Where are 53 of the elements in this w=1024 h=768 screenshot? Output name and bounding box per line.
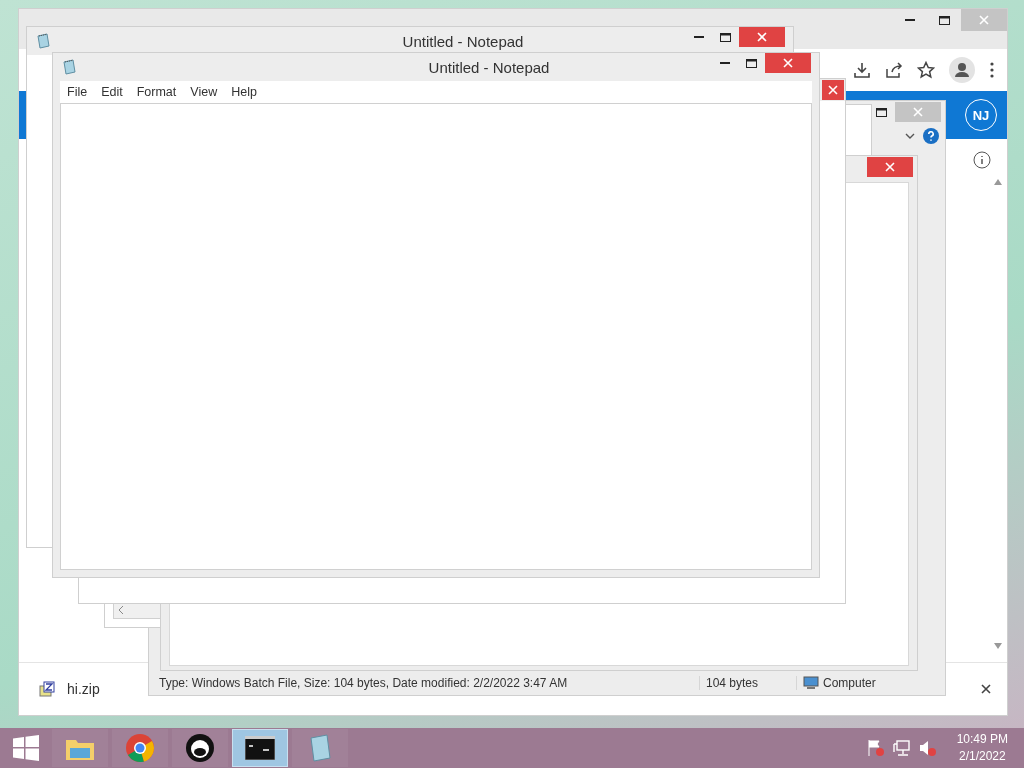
download-icon[interactable] (853, 61, 871, 79)
close-icon (981, 684, 991, 694)
minimize-icon (905, 18, 915, 22)
clock-date: 2/1/2022 (958, 748, 1006, 765)
maximize-icon (938, 15, 950, 25)
close-icon (913, 107, 923, 117)
zip-file-icon (39, 681, 55, 697)
status-location: Computer (823, 676, 876, 690)
menu-icon[interactable] (989, 61, 995, 79)
status-text: Type: Windows Batch File, Size: 104 bytes, Date modified: 2/2/2022 3:47 AM (158, 676, 569, 690)
clock-time: 10:49 PM (956, 731, 1008, 748)
help-icon[interactable] (923, 128, 939, 144)
profile-icon[interactable] (949, 57, 975, 83)
window-title: Untitled - Notepad (401, 32, 524, 50)
muted-speaker-icon[interactable] (918, 739, 937, 757)
menu-item[interactable]: Format (129, 85, 184, 99)
scroll-up-icon[interactable] (994, 179, 1002, 185)
download-file-name[interactable]: hi.zip (67, 681, 100, 697)
menu-item[interactable]: File (60, 85, 95, 99)
close-icon (828, 85, 838, 95)
status-size: 104 bytes (699, 676, 796, 690)
close-icon (885, 162, 895, 172)
flag-icon[interactable] (866, 739, 885, 757)
notepad-icon (61, 59, 77, 75)
chevron-down-icon[interactable] (905, 133, 915, 139)
window-title: Untitled - Notepad (427, 58, 550, 76)
menu-item[interactable]: View (183, 85, 225, 99)
maximize-icon (720, 32, 731, 42)
browser-icon (125, 733, 155, 763)
scroll-down-icon[interactable] (994, 643, 1002, 649)
taskbar-button[interactable] (172, 729, 228, 767)
close-icon (979, 15, 989, 25)
terminal-icon (245, 736, 275, 760)
star-icon[interactable] (917, 61, 935, 79)
share-icon[interactable] (885, 61, 903, 79)
minimize-icon (719, 61, 730, 65)
menu-item[interactable]: Edit (94, 85, 130, 99)
scroll-left-icon[interactable] (118, 606, 124, 614)
maximize-icon (876, 107, 887, 117)
maximize-icon (746, 58, 757, 68)
info-icon[interactable] (973, 151, 991, 169)
network-icon[interactable] (892, 739, 911, 757)
menu-item[interactable]: Help (224, 85, 264, 99)
minimize-icon (693, 35, 704, 39)
close-icon (757, 32, 767, 42)
taskbar-button[interactable] (232, 729, 288, 767)
computer-icon (803, 676, 819, 690)
windows-logo-icon (13, 735, 39, 761)
notepad-icon (35, 33, 51, 49)
clock[interactable]: 10:49 PM 2/1/2022 (956, 731, 1008, 765)
close-icon (783, 58, 793, 68)
close-button[interactable] (822, 80, 844, 100)
round-app-icon (185, 733, 215, 763)
